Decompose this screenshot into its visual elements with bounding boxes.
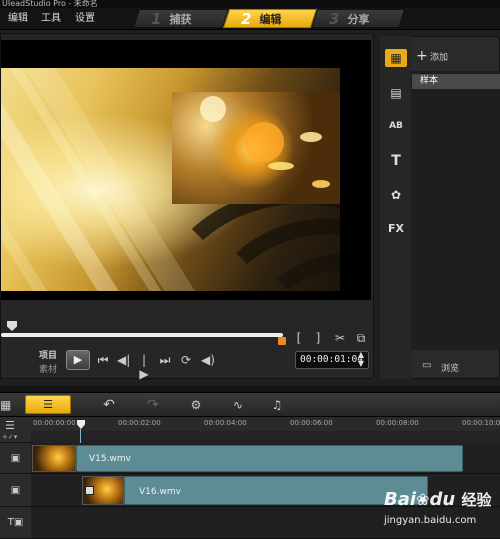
watermark-url: jingyan.baidu.com bbox=[384, 515, 477, 526]
overlay-track-icon: ▣ bbox=[10, 485, 21, 496]
watermark-brand: Bai bbox=[384, 489, 417, 510]
video-track-icon: ▣ bbox=[10, 453, 21, 464]
mark-out-button[interactable]: ] bbox=[313, 331, 323, 345]
app-window: UIeadStudio Pro - 未命名 编辑 工具 设置 1 捕获 2 编辑 3… bbox=[0, 0, 500, 539]
mode-project-label[interactable]: 项目 bbox=[39, 348, 57, 361]
mark-in-button[interactable]: [ bbox=[294, 331, 304, 345]
volume-icon[interactable]: ◀) bbox=[201, 353, 215, 367]
overlay-mask-icon bbox=[85, 486, 94, 495]
ruler-tick: 00:00:04:00 bbox=[204, 419, 247, 427]
tab-share[interactable]: 3 分享 bbox=[310, 9, 406, 28]
record-capture-icon[interactable]: ⚙ bbox=[187, 398, 205, 412]
go-to-end-icon[interactable]: ⏭ bbox=[159, 353, 171, 367]
preview-panel: [ ] ✂ ⧉ 项目 素材 ▶ ⏮ ◀| |▶ ⏭ ⟳ ◀) 00:00:01:… bbox=[0, 33, 374, 381]
ruler-tick: 00:00:02:00 bbox=[118, 419, 161, 427]
trim-start-handle[interactable] bbox=[7, 321, 17, 331]
watermark-brand2: du bbox=[429, 489, 456, 510]
browse-icon[interactable]: ▭ bbox=[422, 360, 431, 371]
timeline-ruler[interactable]: 00:00:00:00 00:00:02:00 00:00:04:00 00:0… bbox=[31, 417, 500, 431]
go-to-start-icon[interactable]: ⏮ bbox=[97, 353, 109, 367]
step-number: 3 bbox=[329, 9, 340, 28]
redo-icon[interactable]: ↷ bbox=[146, 398, 160, 412]
timeline-toolbar bbox=[0, 392, 500, 417]
title-track-header[interactable]: T▣ bbox=[0, 507, 31, 539]
track-options-icon[interactable]: +✓▾ bbox=[2, 433, 17, 441]
bokeh-spot bbox=[268, 162, 294, 170]
play-button[interactable]: ▶ bbox=[66, 350, 90, 370]
transition-icon[interactable]: ▤ bbox=[385, 84, 407, 102]
ruler-base bbox=[31, 431, 500, 443]
watermark-suffix: 经验 bbox=[461, 491, 492, 509]
menu-settings[interactable]: 设置 bbox=[75, 13, 95, 25]
menu-edit[interactable]: 编辑 bbox=[8, 13, 28, 25]
bokeh-spot bbox=[244, 122, 284, 162]
title-icon[interactable]: T bbox=[385, 152, 407, 170]
overlay-video-frame[interactable] bbox=[172, 92, 340, 204]
window-title: UIeadStudio Pro - 未命名 bbox=[0, 0, 500, 8]
enlarge-icon[interactable]: ⧉ bbox=[354, 331, 368, 345]
timecode-stepper[interactable]: ▲ ▼ bbox=[356, 350, 366, 368]
auto-music-icon[interactable]: ♫ bbox=[268, 398, 286, 412]
step-label: 分享 bbox=[347, 12, 370, 26]
ruler-tick: 00:00:00:00 bbox=[33, 419, 76, 427]
ruler-tick: 00:00:08:00 bbox=[376, 419, 419, 427]
bokeh-spot bbox=[200, 96, 226, 122]
add-button[interactable]: 添加 bbox=[430, 50, 448, 63]
step-label: 编辑 bbox=[259, 12, 282, 26]
watermark-logo: Bai❀du 经验 bbox=[384, 489, 491, 510]
previous-frame-icon[interactable]: ◀| bbox=[117, 353, 130, 367]
clip-v16[interactable]: V16.wmv bbox=[124, 476, 428, 505]
video-track-header[interactable]: ▣ bbox=[0, 443, 31, 474]
filter-icon[interactable]: ✿ bbox=[385, 186, 407, 204]
graphic-icon[interactable]: AB bbox=[385, 117, 407, 135]
tab-capture[interactable]: 1 捕获 bbox=[132, 9, 230, 28]
ruler-tick: 00:00:10:00 bbox=[462, 419, 500, 427]
playhead-handle[interactable] bbox=[278, 337, 286, 345]
menu-tools[interactable]: 工具 bbox=[41, 13, 61, 25]
paw-icon: ❀ bbox=[416, 490, 430, 509]
bokeh-spot bbox=[300, 132, 322, 142]
overlay-track-header[interactable]: ▣ bbox=[0, 474, 31, 507]
repeat-icon[interactable]: ⟳ bbox=[180, 353, 192, 367]
preview-screen[interactable] bbox=[1, 40, 371, 300]
bokeh-spot bbox=[312, 180, 330, 188]
browse-button[interactable]: 浏览 bbox=[441, 361, 459, 374]
track-manager[interactable]: ☰ +✓▾ bbox=[0, 417, 31, 443]
next-frame-icon[interactable]: |▶ bbox=[138, 353, 150, 381]
storyboard-view-icon[interactable]: ▦ bbox=[0, 398, 11, 412]
library-list bbox=[411, 71, 500, 350]
ruler-tick: 00:00:06:00 bbox=[290, 419, 333, 427]
step-number: 2 bbox=[241, 9, 252, 28]
step-label: 捕获 bbox=[169, 12, 192, 26]
track-manager-icon[interactable]: ☰ bbox=[2, 419, 18, 433]
timeline-view-button[interactable]: ☰ bbox=[25, 395, 71, 414]
library-item-sample[interactable]: 样本 bbox=[412, 74, 500, 89]
fx-icon[interactable]: FX bbox=[385, 220, 407, 238]
audio-mixer-icon[interactable]: ∿ bbox=[229, 398, 247, 412]
step-number: 1 bbox=[151, 9, 162, 28]
title-track-icon: T▣ bbox=[7, 517, 24, 528]
clip-v15[interactable]: V15.wmv bbox=[76, 445, 463, 472]
mode-clip-label[interactable]: 素材 bbox=[39, 362, 57, 375]
clip-thumbnail bbox=[32, 445, 76, 472]
split-clip-icon[interactable]: ✂ bbox=[333, 331, 347, 345]
media-icon[interactable]: ▦ bbox=[385, 49, 407, 67]
add-icon[interactable]: + bbox=[416, 48, 428, 64]
tab-edit[interactable]: 2 编辑 bbox=[222, 9, 318, 28]
undo-icon[interactable]: ↶ bbox=[102, 398, 116, 412]
scrub-bar[interactable] bbox=[1, 333, 283, 337]
